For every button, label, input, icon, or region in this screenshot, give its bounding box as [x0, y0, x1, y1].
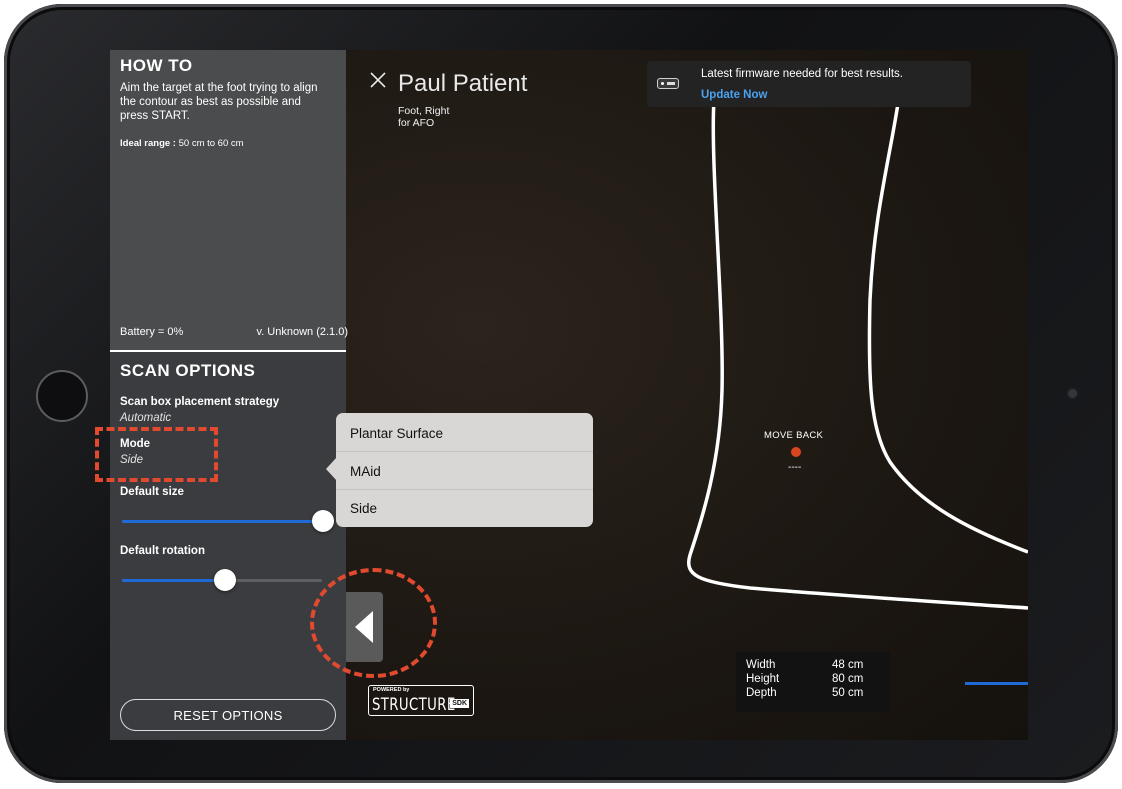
popover-separator	[336, 451, 593, 452]
ideal-range-value: 50 cm to 60 cm	[178, 138, 244, 149]
default-rotation-slider-thumb[interactable]	[214, 569, 236, 591]
patient-details: Foot, Right for AFO	[398, 105, 449, 129]
dimension-value: 48 cm	[832, 659, 864, 671]
scan-options-title: SCAN OPTIONS	[120, 361, 256, 380]
annotation-highlight-mode	[95, 427, 218, 482]
mode-popover: Plantar Surface MAid Side	[336, 413, 593, 527]
mode-option-maid[interactable]: MAid	[350, 464, 381, 479]
dimension-value: 50 cm	[832, 687, 864, 699]
firmware-banner: Latest firmware needed for best results.…	[647, 61, 971, 107]
update-now-link[interactable]: Update Now	[701, 89, 767, 101]
sensor-icon	[657, 78, 679, 89]
mode-option-plantar-surface[interactable]: Plantar Surface	[350, 426, 443, 441]
guidance-label: MOVE BACK	[764, 430, 824, 441]
close-icon[interactable]	[368, 70, 388, 90]
sdk-powered-label: POWERED by	[373, 687, 410, 693]
scan-options-section: SCAN OPTIONS Scan box placement strategy…	[110, 352, 346, 740]
front-camera	[1068, 389, 1077, 398]
patient-name: Paul Patient	[398, 70, 528, 97]
placement-strategy-value[interactable]: Automatic	[120, 412, 171, 424]
default-size-label: Default size	[120, 486, 184, 498]
patient-purpose: for AFO	[398, 117, 435, 129]
guidance-value: ----	[788, 462, 802, 473]
dimension-label: Depth	[746, 687, 777, 699]
default-rotation-slider-fill	[122, 579, 224, 582]
sdk-suffix: SDK	[450, 699, 469, 708]
reset-options-button[interactable]: RESET OPTIONS	[120, 699, 336, 731]
default-rotation-label: Default rotation	[120, 545, 205, 557]
annotation-highlight-collapse-tab	[310, 568, 437, 678]
placement-strategy-label: Scan box placement strategy	[120, 396, 280, 408]
default-size-slider-thumb[interactable]	[312, 510, 334, 532]
app-screen: HOW TO Aim the target at the foot trying…	[110, 50, 1028, 740]
structure-sdk-logo: POWERED by STRUCTURE SDK	[368, 685, 474, 716]
howto-section: HOW TO Aim the target at the foot trying…	[110, 50, 348, 350]
patient-body-part: Foot, Right	[398, 105, 450, 117]
howto-instructions: Aim the target at the foot trying to ali…	[120, 82, 318, 122]
dimensions-panel: Width 48 cm Height 80 cm Depth 50 cm	[736, 652, 890, 712]
dimension-label: Height	[746, 673, 780, 685]
dimension-value: 80 cm	[832, 673, 864, 685]
foot-contour-line-2	[867, 89, 1028, 554]
version-label: v. Unknown (2.1.0)	[256, 326, 348, 338]
default-size-slider-fill	[122, 520, 322, 523]
ideal-range: Ideal range : 50 cm to 60 cm	[120, 138, 244, 149]
battery-status: Battery = 0%	[120, 326, 184, 338]
howto-title: HOW TO	[120, 56, 193, 75]
firmware-message: Latest firmware needed for best results.	[701, 68, 903, 80]
default-size-slider[interactable]	[122, 510, 334, 532]
ideal-range-label: Ideal range :	[120, 138, 176, 149]
progress-indicator	[965, 682, 1028, 685]
dimension-label: Width	[746, 659, 776, 671]
home-button[interactable]	[36, 370, 88, 422]
sdk-name: STRUCTURE	[372, 695, 456, 715]
mode-option-side[interactable]: Side	[350, 501, 377, 516]
guidance-indicator	[791, 447, 801, 457]
default-rotation-slider[interactable]	[122, 569, 322, 591]
side-panel: HOW TO Aim the target at the foot trying…	[110, 50, 348, 740]
popover-separator	[336, 489, 593, 490]
